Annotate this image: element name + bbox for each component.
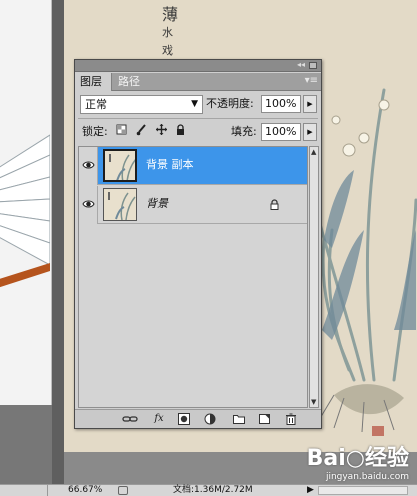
panel-tabbar: 图层 路径 ▾≡ [75, 73, 321, 91]
document-status-icon[interactable] [118, 486, 128, 495]
blend-mode-select[interactable]: 正常 ▼ [80, 95, 203, 114]
scroll-down-icon[interactable]: ▼ [311, 398, 316, 406]
status-menu-arrow[interactable]: ▶ [307, 485, 314, 496]
fan-image [0, 134, 50, 288]
watermark: Bai○经验 jingyan.baidu.com [307, 440, 409, 482]
lock-label: 锁定: [82, 125, 108, 138]
layer-row-background[interactable]: 背景 [79, 186, 307, 224]
calligraphy-char: 戏 [162, 44, 173, 57]
layers-panel: ◂◂ 图层 路径 ▾≡ 正常 ▼ 不透明度: 100% ▶ 锁定: 填充: 10… [74, 59, 322, 429]
workspace-lower [0, 405, 52, 484]
fx-icon[interactable]: fx [151, 413, 167, 425]
lock-transparent-icon[interactable] [116, 124, 127, 136]
zoom-level[interactable]: 66.67% [68, 485, 102, 496]
document-size: 文档:1.36M/2.72M [173, 485, 253, 495]
panel-footer: fx [75, 409, 321, 428]
panel-menu-icon[interactable]: ▾≡ [305, 75, 318, 86]
opacity-label: 不透明度: [206, 97, 254, 110]
layers-list: 背景 副本 背景 [78, 146, 308, 408]
opacity-slider-button[interactable]: ▶ [303, 95, 317, 113]
chevron-down-icon: ▼ [191, 99, 198, 109]
thumbnail-painting [109, 154, 135, 180]
calligraphy-text: 薄 水 戏 [162, 6, 180, 60]
divider [78, 118, 318, 119]
left-document-canvas [0, 0, 52, 405]
visibility-toggle[interactable] [79, 147, 98, 185]
collapse-icon[interactable]: ◂◂ [297, 60, 305, 69]
workspace-gutter [52, 0, 64, 484]
horizontal-scrollbar[interactable] [318, 486, 408, 495]
lock-all-icon[interactable] [175, 124, 186, 136]
layer-thumbnail [103, 149, 137, 182]
layer-name[interactable]: 背景 副本 [146, 158, 194, 172]
link-icon[interactable] [122, 413, 138, 425]
folder-icon[interactable] [233, 413, 245, 425]
thumbnail-painting [108, 192, 136, 220]
opacity-input[interactable]: 100% [261, 95, 301, 113]
scroll-arrow-left[interactable] [36, 485, 48, 496]
close-icon[interactable] [309, 62, 317, 69]
fill-label: 填充: [231, 125, 257, 138]
blend-mode-value: 正常 [85, 98, 107, 111]
fill-input[interactable]: 100% [261, 123, 301, 141]
lock-options [116, 124, 191, 138]
visibility-toggle[interactable] [79, 186, 98, 224]
tab-layers[interactable]: 图层 [75, 73, 112, 91]
eye-icon [82, 161, 95, 169]
watermark-url: jingyan.baidu.com [325, 472, 409, 482]
calligraphy-char: 薄 [162, 5, 179, 24]
layer-name[interactable]: 背景 [146, 197, 168, 211]
status-bar: 66.67% 文档:1.36M/2.72M ▶ [0, 484, 417, 496]
adjustment-icon[interactable] [204, 413, 218, 425]
scroll-up-icon[interactable]: ▲ [311, 148, 316, 156]
watermark-logo: Bai○经验 [306, 446, 409, 471]
lock-icon [270, 199, 279, 210]
panel-titlebar[interactable]: ◂◂ [75, 60, 321, 72]
tab-paths[interactable]: 路径 [113, 73, 147, 91]
eye-icon [82, 200, 95, 208]
new-layer-icon[interactable] [259, 413, 270, 425]
lock-paint-icon[interactable] [136, 124, 147, 136]
layer-thumbnail [103, 188, 137, 221]
calligraphy-char: 水 [162, 26, 173, 39]
lock-move-icon[interactable] [155, 124, 167, 136]
layers-scrollbar[interactable]: ▲ ▼ [309, 146, 319, 408]
trash-icon[interactable] [285, 413, 297, 425]
fill-slider-button[interactable]: ▶ [303, 123, 317, 141]
layer-row-background-copy[interactable]: 背景 副本 [79, 147, 307, 185]
mask-icon[interactable] [178, 413, 190, 425]
